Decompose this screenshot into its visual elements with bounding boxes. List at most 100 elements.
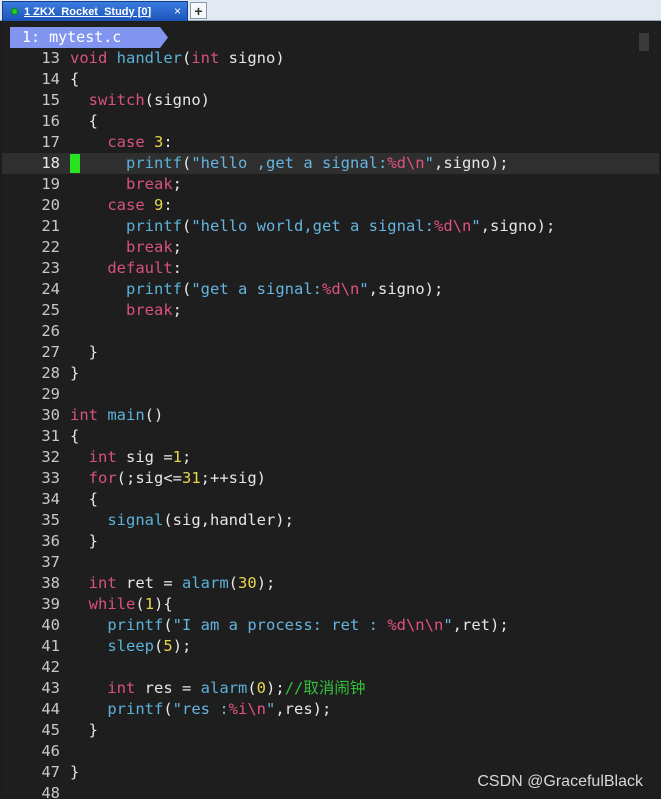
code-token: ,signo); xyxy=(480,217,556,235)
code-line[interactable]: 31 { xyxy=(2,426,659,447)
code-line[interactable]: 43 int res = alarm(0);//取消闹钟 xyxy=(2,678,659,699)
code-line[interactable]: 14 { xyxy=(2,69,659,90)
code-token: } xyxy=(70,721,98,739)
code-line[interactable]: 19 break; xyxy=(2,174,659,195)
code-line[interactable]: 44 printf("res :%i\n",res); xyxy=(2,699,659,720)
new-tab-button[interactable]: + xyxy=(190,2,207,19)
code-line[interactable]: 29 xyxy=(2,384,659,405)
code-token: %d\n xyxy=(433,217,472,235)
code-text: break; xyxy=(70,174,182,195)
code-line[interactable]: 28} xyxy=(2,363,659,384)
code-token: { xyxy=(70,490,98,508)
session-tab[interactable]: 1 ZKX_Rocket_Study [0] × xyxy=(2,1,188,21)
code-token: (signo) xyxy=(144,91,210,109)
line-number: 45 xyxy=(41,721,60,739)
code-line[interactable]: 27 } xyxy=(2,342,659,363)
line-number: 15 xyxy=(41,91,60,109)
code-line[interactable]: 46 xyxy=(2,741,659,762)
code-line[interactable]: 18 printf("hello ,get a signal:%d\n",sig… xyxy=(2,153,659,174)
code-line[interactable]: 26 xyxy=(2,321,659,342)
code-line[interactable]: 23 default: xyxy=(2,258,659,279)
code-text: printf("hello ,get a signal:%d\n",signo)… xyxy=(70,153,509,174)
code-text: printf("hello world,get a signal:%d\n",s… xyxy=(70,216,555,237)
code-token: ,signo); xyxy=(368,280,444,298)
code-text: default: xyxy=(70,258,182,279)
line-number: 30 xyxy=(41,406,60,424)
code-token: handler xyxy=(116,49,182,67)
code-line[interactable]: 21 printf("hello world,get a signal:%d\n… xyxy=(2,216,659,237)
line-number: 19 xyxy=(41,175,60,193)
code-line[interactable]: 33 for(;sig<=31;++sig) xyxy=(2,468,659,489)
code-line[interactable]: 25 break; xyxy=(2,300,659,321)
code-token: " xyxy=(266,700,276,718)
code-token: ret = xyxy=(116,574,182,592)
code-line[interactable]: 20 case 9: xyxy=(2,195,659,216)
code-token: alarm xyxy=(182,574,229,592)
code-token: alarm xyxy=(200,679,248,697)
code-line[interactable]: 40 printf("I am a process: ret : %d\n\n"… xyxy=(2,615,659,636)
code-line[interactable]: 39 while(1){ xyxy=(2,594,659,615)
code-text: while(1){ xyxy=(70,594,173,615)
close-tab-icon[interactable]: × xyxy=(174,4,181,18)
code-line[interactable]: 17 case 3: xyxy=(2,132,659,153)
code-line[interactable]: 22 break; xyxy=(2,237,659,258)
code-line[interactable]: 42 xyxy=(2,657,659,678)
code-text: sleep(5); xyxy=(70,636,191,657)
code-line[interactable]: 35 signal(sig,handler); xyxy=(2,510,659,531)
code-line[interactable]: 34 { xyxy=(2,489,659,510)
code-line[interactable]: 13 void handler(int signo) xyxy=(2,48,659,69)
line-number: 34 xyxy=(41,490,60,508)
line-number: 37 xyxy=(41,553,60,571)
code-token: int xyxy=(191,49,220,67)
line-number: 44 xyxy=(41,700,60,718)
code-text: void handler(int signo) xyxy=(70,48,285,69)
code-text: { xyxy=(70,426,79,447)
code-text: } xyxy=(70,531,98,552)
code-token: int xyxy=(88,448,117,466)
code-line[interactable]: 45 } xyxy=(2,720,659,741)
line-number: 28 xyxy=(41,364,60,382)
code-token: ( xyxy=(182,280,192,298)
code-line[interactable]: 16 { xyxy=(2,111,659,132)
code-line[interactable]: 32 int sig =1; xyxy=(2,447,659,468)
buffer-tab[interactable]: 1: mytest.c xyxy=(10,27,168,48)
code-token: { xyxy=(70,112,98,130)
line-number: 29 xyxy=(41,385,60,403)
code-line[interactable]: 36 } xyxy=(2,531,659,552)
code-editor[interactable]: 13 void handler(int signo) 14{15 switch(si… xyxy=(2,48,659,799)
code-token: ,ret); xyxy=(452,616,509,634)
vim-tabline: 1: mytest.c xyxy=(2,27,659,51)
code-line[interactable]: 37 xyxy=(2,552,659,573)
line-number: 42 xyxy=(41,658,60,676)
code-token: ; xyxy=(172,175,183,193)
code-line[interactable]: 30 int main() xyxy=(2,405,659,426)
code-token: //取消闹钟 xyxy=(284,679,366,697)
code-line[interactable]: 24 printf("get a signal:%d\n",signo); xyxy=(2,279,659,300)
code-text: { xyxy=(70,69,79,90)
session-tab-title[interactable]: 1 ZKX_Rocket_Study [0] xyxy=(24,6,151,18)
code-text: printf("res :%i\n",res); xyxy=(70,699,331,720)
line-number: 17 xyxy=(41,133,60,151)
code-token: printf xyxy=(126,280,182,298)
code-text: signal(sig,handler); xyxy=(70,510,294,531)
code-text: printf("I am a process: ret : %d\n\n",re… xyxy=(70,615,509,636)
code-token: ;++sig) xyxy=(200,469,266,487)
code-line[interactable]: 15 switch(signo) xyxy=(2,90,659,111)
line-number: 39 xyxy=(41,595,60,613)
code-token: sleep xyxy=(107,637,154,655)
code-text: } xyxy=(70,720,98,741)
code-token: "hello ,get a signal: xyxy=(191,154,388,172)
terminal-window[interactable]: 1: mytest.c 13 void handler(int signo) 14{… xyxy=(2,22,659,799)
code-token: void xyxy=(70,49,108,67)
line-number: 33 xyxy=(41,469,60,487)
code-line[interactable]: 41 sleep(5); xyxy=(2,636,659,657)
code-line[interactable]: 38 int ret = alarm(30); xyxy=(2,573,659,594)
code-token: { xyxy=(70,70,80,88)
